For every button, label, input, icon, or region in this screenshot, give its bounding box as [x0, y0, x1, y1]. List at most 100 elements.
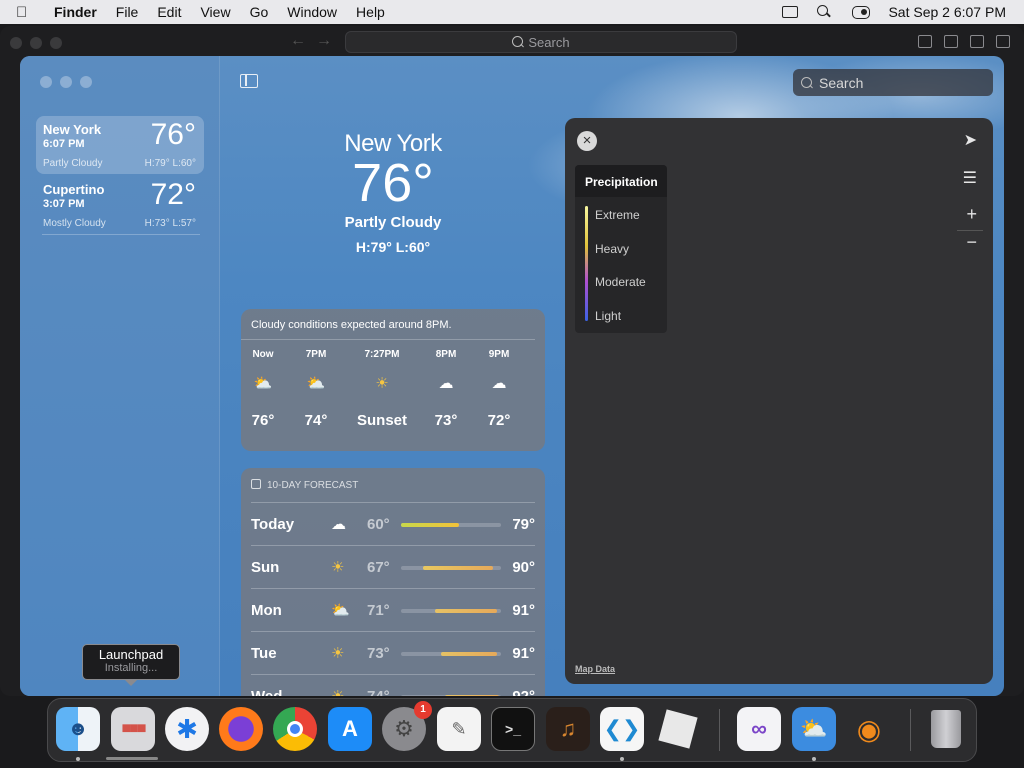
finder-search-field[interactable]: Search — [345, 31, 737, 53]
weather-traffic-lights — [40, 76, 92, 88]
hour-time: 9PM — [488, 349, 510, 360]
visual-studio-icon[interactable]: ∞ — [737, 707, 781, 751]
finder-icon[interactable]: ☻ — [56, 707, 100, 751]
location-arrow-icon[interactable]: ➤ — [964, 130, 977, 150]
finder-layout-icons — [918, 35, 1010, 48]
hour-item: 7:27PM ☀ Sunset — [355, 349, 409, 429]
menu-help[interactable]: Help — [356, 4, 385, 20]
notification-badge: 1 — [414, 701, 432, 719]
hour-value: Sunset — [356, 412, 407, 429]
sidebar-right-icon[interactable] — [970, 35, 984, 48]
forecast-header: 10-DAY FORECAST — [241, 468, 545, 499]
forecast-low: 73° — [367, 645, 390, 662]
temp-range-bar — [401, 695, 501, 696]
hour-time: 7:27PM — [364, 349, 400, 360]
blender-icon[interactable]: ◉ — [847, 707, 891, 751]
textedit-icon[interactable]: ✎ — [437, 707, 481, 751]
location-card-cupertino[interactable]: Cupertino 3:07 PM 72° Mostly Cloudy H:73… — [36, 176, 204, 234]
forecast-row: Sun ☀ 67° 90° — [251, 545, 535, 588]
forecast-day: Today — [251, 516, 295, 533]
garageband-icon[interactable]: ♫ — [546, 707, 590, 751]
finder-traffic-lights — [10, 37, 62, 49]
menu-file[interactable]: File — [116, 4, 139, 20]
location-temp: 76° — [150, 118, 196, 151]
weather-search-field[interactable]: Search — [793, 69, 993, 96]
stage-manager-icon[interactable] — [782, 6, 799, 18]
weather-close-button[interactable] — [40, 76, 52, 88]
map-data-link[interactable]: Map Data — [575, 664, 615, 674]
temp-range-bar — [401, 652, 501, 656]
roblox-icon[interactable] — [656, 707, 700, 751]
map-layer-title: Precipitation — [575, 165, 667, 197]
control-center-icon[interactable] — [852, 5, 871, 19]
layers-icon[interactable]: ☰ — [963, 168, 977, 188]
legend-level: Extreme — [595, 208, 640, 222]
close-icon[interactable]: × — [577, 131, 597, 151]
location-card-new-york[interactable]: New York 6:07 PM 76° Partly Cloudy H:79°… — [36, 116, 204, 174]
hour-item: Now ⛅ 76° — [251, 349, 275, 429]
precipitation-legend: Precipitation Extreme Heavy Moderate Lig… — [575, 165, 667, 333]
location-condition: Mostly Cloudy — [43, 218, 106, 229]
vscode-icon[interactable]: ❮❯ — [600, 707, 644, 751]
hour-time: Now — [252, 349, 274, 360]
hour-value: 72° — [487, 412, 511, 429]
running-indicator — [812, 757, 816, 761]
trash-icon[interactable] — [924, 707, 968, 751]
menu-app-name[interactable]: Finder — [54, 4, 97, 20]
forecast-high: 92° — [512, 688, 535, 696]
settings-icon[interactable]: ⚙ 1 — [382, 701, 432, 751]
menu-go[interactable]: Go — [250, 4, 269, 20]
forecast-high: 91° — [512, 645, 535, 662]
location-condition: Partly Cloudy — [43, 158, 103, 169]
legend-level: Light — [595, 309, 622, 323]
menu-bar:  Finder File Edit View Go Window Help S… — [0, 0, 1024, 24]
zoom-out-icon[interactable]: − — [966, 232, 977, 253]
sidebar-left-icon[interactable] — [918, 35, 932, 48]
forecast-day: Sun — [251, 559, 280, 576]
menu-view[interactable]: View — [200, 4, 230, 20]
ten-day-forecast-card[interactable]: 10-DAY FORECAST Today ☁ 60° 79° Sun ☀ 67… — [241, 468, 545, 696]
firefox-icon[interactable] — [219, 707, 263, 751]
location-temp: 72° — [150, 178, 196, 211]
chrome-icon[interactable] — [273, 707, 317, 751]
weather-zoom-button[interactable] — [80, 76, 92, 88]
calendar-icon — [251, 479, 261, 489]
forecast-low: 71° — [367, 602, 390, 619]
forecast-row: Wed ☀ 74° 92° — [251, 674, 535, 696]
app-store-icon[interactable]: A — [328, 707, 372, 751]
current-temp: 76° — [352, 153, 434, 213]
forecast-row: Today ☁ 60° 79° — [251, 502, 535, 545]
location-divider — [42, 234, 200, 235]
apple-menu-icon[interactable]:  — [16, 4, 40, 21]
legend-level: Moderate — [595, 275, 646, 289]
hour-value: 73° — [434, 412, 458, 429]
forecast-low: 74° — [367, 688, 390, 696]
zoom-in-icon[interactable]: + — [966, 204, 977, 225]
layout-grid-icon[interactable] — [996, 35, 1010, 48]
panel-bottom-icon[interactable] — [944, 35, 958, 48]
weather-icon[interactable]: ⛅ — [792, 707, 836, 751]
menu-edit[interactable]: Edit — [157, 4, 181, 20]
finder-minimize-button[interactable] — [30, 37, 42, 49]
temp-range-fill — [445, 695, 499, 696]
finder-close-button[interactable] — [10, 37, 22, 49]
hourly-forecast-card[interactable]: Cloudy conditions expected around 8PM. N… — [241, 309, 545, 451]
forecast-day: Mon — [251, 602, 282, 619]
menu-window[interactable]: Window — [287, 4, 337, 20]
weather-sidebar: New York 6:07 PM 76° Partly Cloudy H:79°… — [20, 56, 220, 696]
finder-nav-arrows-icon[interactable]: ←→ — [290, 32, 342, 50]
hour-value: 74° — [304, 412, 328, 429]
temp-range-bar — [401, 523, 501, 527]
menu-clock[interactable]: Sat Sep 2 6:07 PM — [888, 4, 1006, 20]
safari-icon[interactable]: ✱ — [165, 707, 209, 751]
sidebar-toggle-icon[interactable] — [240, 74, 258, 88]
launchpad-icon[interactable]: ■■■ — [111, 707, 155, 751]
finder-zoom-button[interactable] — [50, 37, 62, 49]
weather-minimize-button[interactable] — [60, 76, 72, 88]
spotlight-search-icon[interactable] — [816, 5, 834, 19]
precipitation-map-panel[interactable]: × Precipitation Extreme Heavy Moderate L… — [565, 118, 993, 684]
temp-range-fill — [441, 652, 497, 656]
tooltip-subtitle: Installing... — [104, 662, 158, 674]
tooltip-title: Launchpad — [98, 647, 164, 662]
terminal-icon[interactable]: >_ — [491, 707, 535, 751]
